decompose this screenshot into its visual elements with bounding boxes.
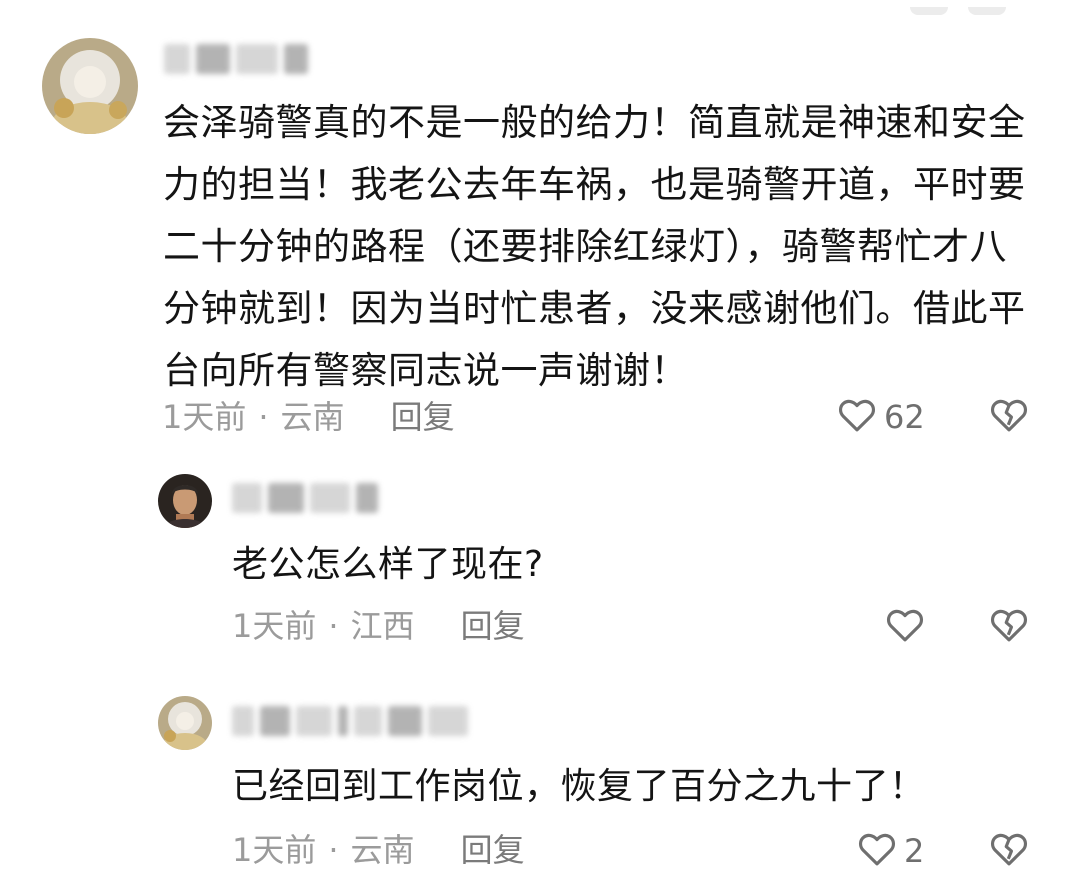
avatar[interactable] xyxy=(42,38,138,134)
heart-outline-icon xyxy=(836,394,878,440)
broken-heart-icon xyxy=(988,828,1030,870)
reply-item: 已经回到工作岗位，恢复了百分之九十了！ 1天前 · 云南 回复 2 xyxy=(0,670,1080,888)
reply-meta: 1天前 · 江西 回复 xyxy=(232,606,525,646)
reply-button[interactable]: 回复 xyxy=(391,398,455,436)
reply-text: 老公怎么样了现在? xyxy=(232,544,544,585)
reply-meta: 1天前 · 云南 回复 xyxy=(232,830,525,870)
reply-location: 云南 xyxy=(350,831,415,869)
reply-time: 1天前 xyxy=(232,607,317,645)
like-button[interactable]: 2 xyxy=(856,828,924,874)
comment-item: 会泽骑警真的不是一般的给力！简直就是神速和安全力的担当！我老公去年车祸，也是骑警… xyxy=(0,0,1080,450)
comment-text: 会泽骑警真的不是一般的给力！简直就是神速和安全力的担当！我老公去年车祸，也是骑警… xyxy=(163,101,1026,392)
reply-location: 江西 xyxy=(350,607,415,645)
username-blurred[interactable] xyxy=(232,706,474,740)
comment-time: 1天前 xyxy=(162,398,247,436)
heart-outline-icon xyxy=(856,828,898,874)
meta-separator: · xyxy=(258,398,269,436)
dislike-button[interactable] xyxy=(988,828,1030,870)
reply-time: 1天前 xyxy=(232,831,317,869)
dislike-button[interactable] xyxy=(988,604,1030,646)
username-blurred[interactable] xyxy=(164,44,314,78)
meta-separator: · xyxy=(328,607,339,645)
comment-meta: 1天前 · 云南 回复 xyxy=(162,397,455,437)
like-count: 62 xyxy=(884,398,925,436)
like-count: 2 xyxy=(904,832,925,870)
reply-item: 老公怎么样了现在? 1天前 · 江西 回复 xyxy=(0,450,1080,670)
username-blurred[interactable] xyxy=(232,483,384,517)
avatar[interactable] xyxy=(158,696,212,750)
reply-button[interactable]: 回复 xyxy=(461,831,525,869)
heart-outline-icon xyxy=(884,604,926,650)
broken-heart-icon xyxy=(988,394,1030,436)
broken-heart-icon xyxy=(988,604,1030,646)
dislike-button[interactable] xyxy=(988,394,1030,436)
comment-location: 云南 xyxy=(280,398,345,436)
avatar[interactable] xyxy=(158,474,212,528)
meta-separator: · xyxy=(328,831,339,869)
like-button[interactable] xyxy=(884,604,932,650)
reply-button[interactable]: 回复 xyxy=(461,607,525,645)
reply-text: 已经回到工作岗位，恢复了百分之九十了！ xyxy=(232,766,926,807)
like-button[interactable]: 62 xyxy=(836,394,925,440)
